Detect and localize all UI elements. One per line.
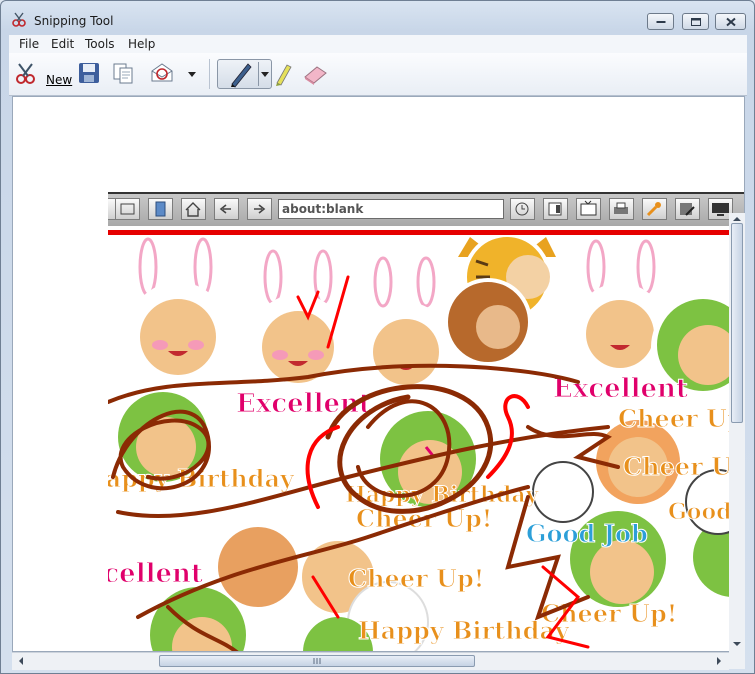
send-snip-button[interactable] xyxy=(149,61,175,87)
grip-icon xyxy=(313,658,321,664)
highlighter-button[interactable] xyxy=(271,61,295,87)
snipping-tool-app-icon xyxy=(12,12,26,27)
window-title: Snipping Tool xyxy=(34,14,114,28)
eraser-icon xyxy=(304,66,327,85)
back-icon xyxy=(219,204,231,214)
menu-edit[interactable]: Edit xyxy=(51,37,74,51)
save-icon xyxy=(79,63,99,83)
horizontal-scrollbar[interactable] xyxy=(12,652,729,670)
favorites-button xyxy=(543,198,568,220)
minimize-button[interactable] xyxy=(647,13,674,30)
minimize-icon xyxy=(656,20,665,23)
close-button[interactable] xyxy=(715,13,746,30)
restore-button xyxy=(115,198,140,220)
menu-tools[interactable]: Tools xyxy=(85,37,115,51)
forward-icon xyxy=(254,204,266,214)
excellent-text: Excellent xyxy=(553,374,688,404)
maximize-button[interactable] xyxy=(682,13,709,30)
history-button xyxy=(510,198,535,220)
bunny-sticker-2 xyxy=(250,249,346,390)
pen-button-divider xyxy=(258,62,259,86)
bunny-sticker-1 xyxy=(128,237,228,382)
captured-snip: about:blank Excellent Excellent ellent C… xyxy=(108,192,745,651)
scroll-left-icon[interactable] xyxy=(14,654,28,668)
menu-bar: File Edit Tools Help xyxy=(9,35,747,53)
bunny-sticker-3 xyxy=(361,256,451,392)
bear-sticker xyxy=(444,278,532,366)
media-button xyxy=(576,198,601,220)
tools-button xyxy=(642,198,667,220)
eraser-button[interactable] xyxy=(301,61,329,87)
vertical-scroll-thumb[interactable] xyxy=(731,223,743,423)
sticker-collage: Excellent Excellent Excellent Cheer Up! … xyxy=(108,237,745,651)
copy-icon xyxy=(113,63,133,84)
favorites-icon xyxy=(548,202,562,216)
new-snip-button[interactable]: New xyxy=(13,61,77,87)
forward-button xyxy=(247,198,272,220)
good-job-text: Good Job xyxy=(526,519,648,548)
cheer-up-text: Cheer Up! xyxy=(623,452,745,481)
red-top-line xyxy=(108,230,744,235)
settings-icon xyxy=(680,203,695,216)
menu-help[interactable]: Help xyxy=(128,37,155,51)
snipping-tool-window: Snipping Tool File Edit Tools Help New a… xyxy=(0,0,755,674)
cheer-up-text: Cheer Up! xyxy=(618,404,745,433)
settings-button xyxy=(675,198,700,220)
excellent-text: Excellent xyxy=(108,559,203,589)
cheer-up-text: Cheer Up! xyxy=(348,564,484,593)
scroll-down-icon[interactable] xyxy=(730,637,744,651)
scrollbar-corner xyxy=(729,652,745,669)
tools-icon xyxy=(646,202,661,217)
new-label: New xyxy=(46,73,73,87)
save-button[interactable] xyxy=(77,61,103,87)
send-snip-icon xyxy=(151,63,173,82)
send-dropdown-button[interactable] xyxy=(187,61,199,87)
toolbar: New xyxy=(9,53,747,96)
pen-button[interactable] xyxy=(217,59,272,89)
copy-button[interactable] xyxy=(111,61,137,87)
home-icon xyxy=(185,202,201,217)
back-button xyxy=(214,198,239,220)
close-icon xyxy=(725,17,736,26)
history-icon xyxy=(515,202,529,216)
home-button xyxy=(181,198,206,220)
address-bar: about:blank xyxy=(278,199,504,219)
captured-browser-toolbar: about:blank xyxy=(108,192,744,226)
happy-birthday-text: Happy Birthday xyxy=(358,616,570,645)
restore-icon xyxy=(120,203,135,215)
vertical-scrollbar[interactable] xyxy=(729,213,745,652)
print-icon xyxy=(614,202,628,214)
page-button xyxy=(148,198,173,220)
print-button xyxy=(609,198,634,220)
snip-canvas[interactable]: about:blank Excellent Excellent ellent C… xyxy=(12,96,745,652)
pen-dropdown-icon[interactable] xyxy=(260,60,270,88)
media-icon xyxy=(580,200,597,216)
scroll-right-icon[interactable] xyxy=(712,654,726,668)
toolbar-separator xyxy=(209,59,210,89)
dropdown-arrow-icon xyxy=(188,72,196,77)
page-icon xyxy=(155,201,166,217)
menu-file[interactable]: File xyxy=(19,37,39,51)
highlighter-icon xyxy=(276,64,292,86)
horizontal-scroll-thumb[interactable] xyxy=(159,655,475,667)
title-bar[interactable]: Snipping Tool xyxy=(1,1,754,35)
scissors-icon xyxy=(16,63,35,84)
maximize-icon xyxy=(690,17,701,26)
pen-icon xyxy=(231,63,252,88)
